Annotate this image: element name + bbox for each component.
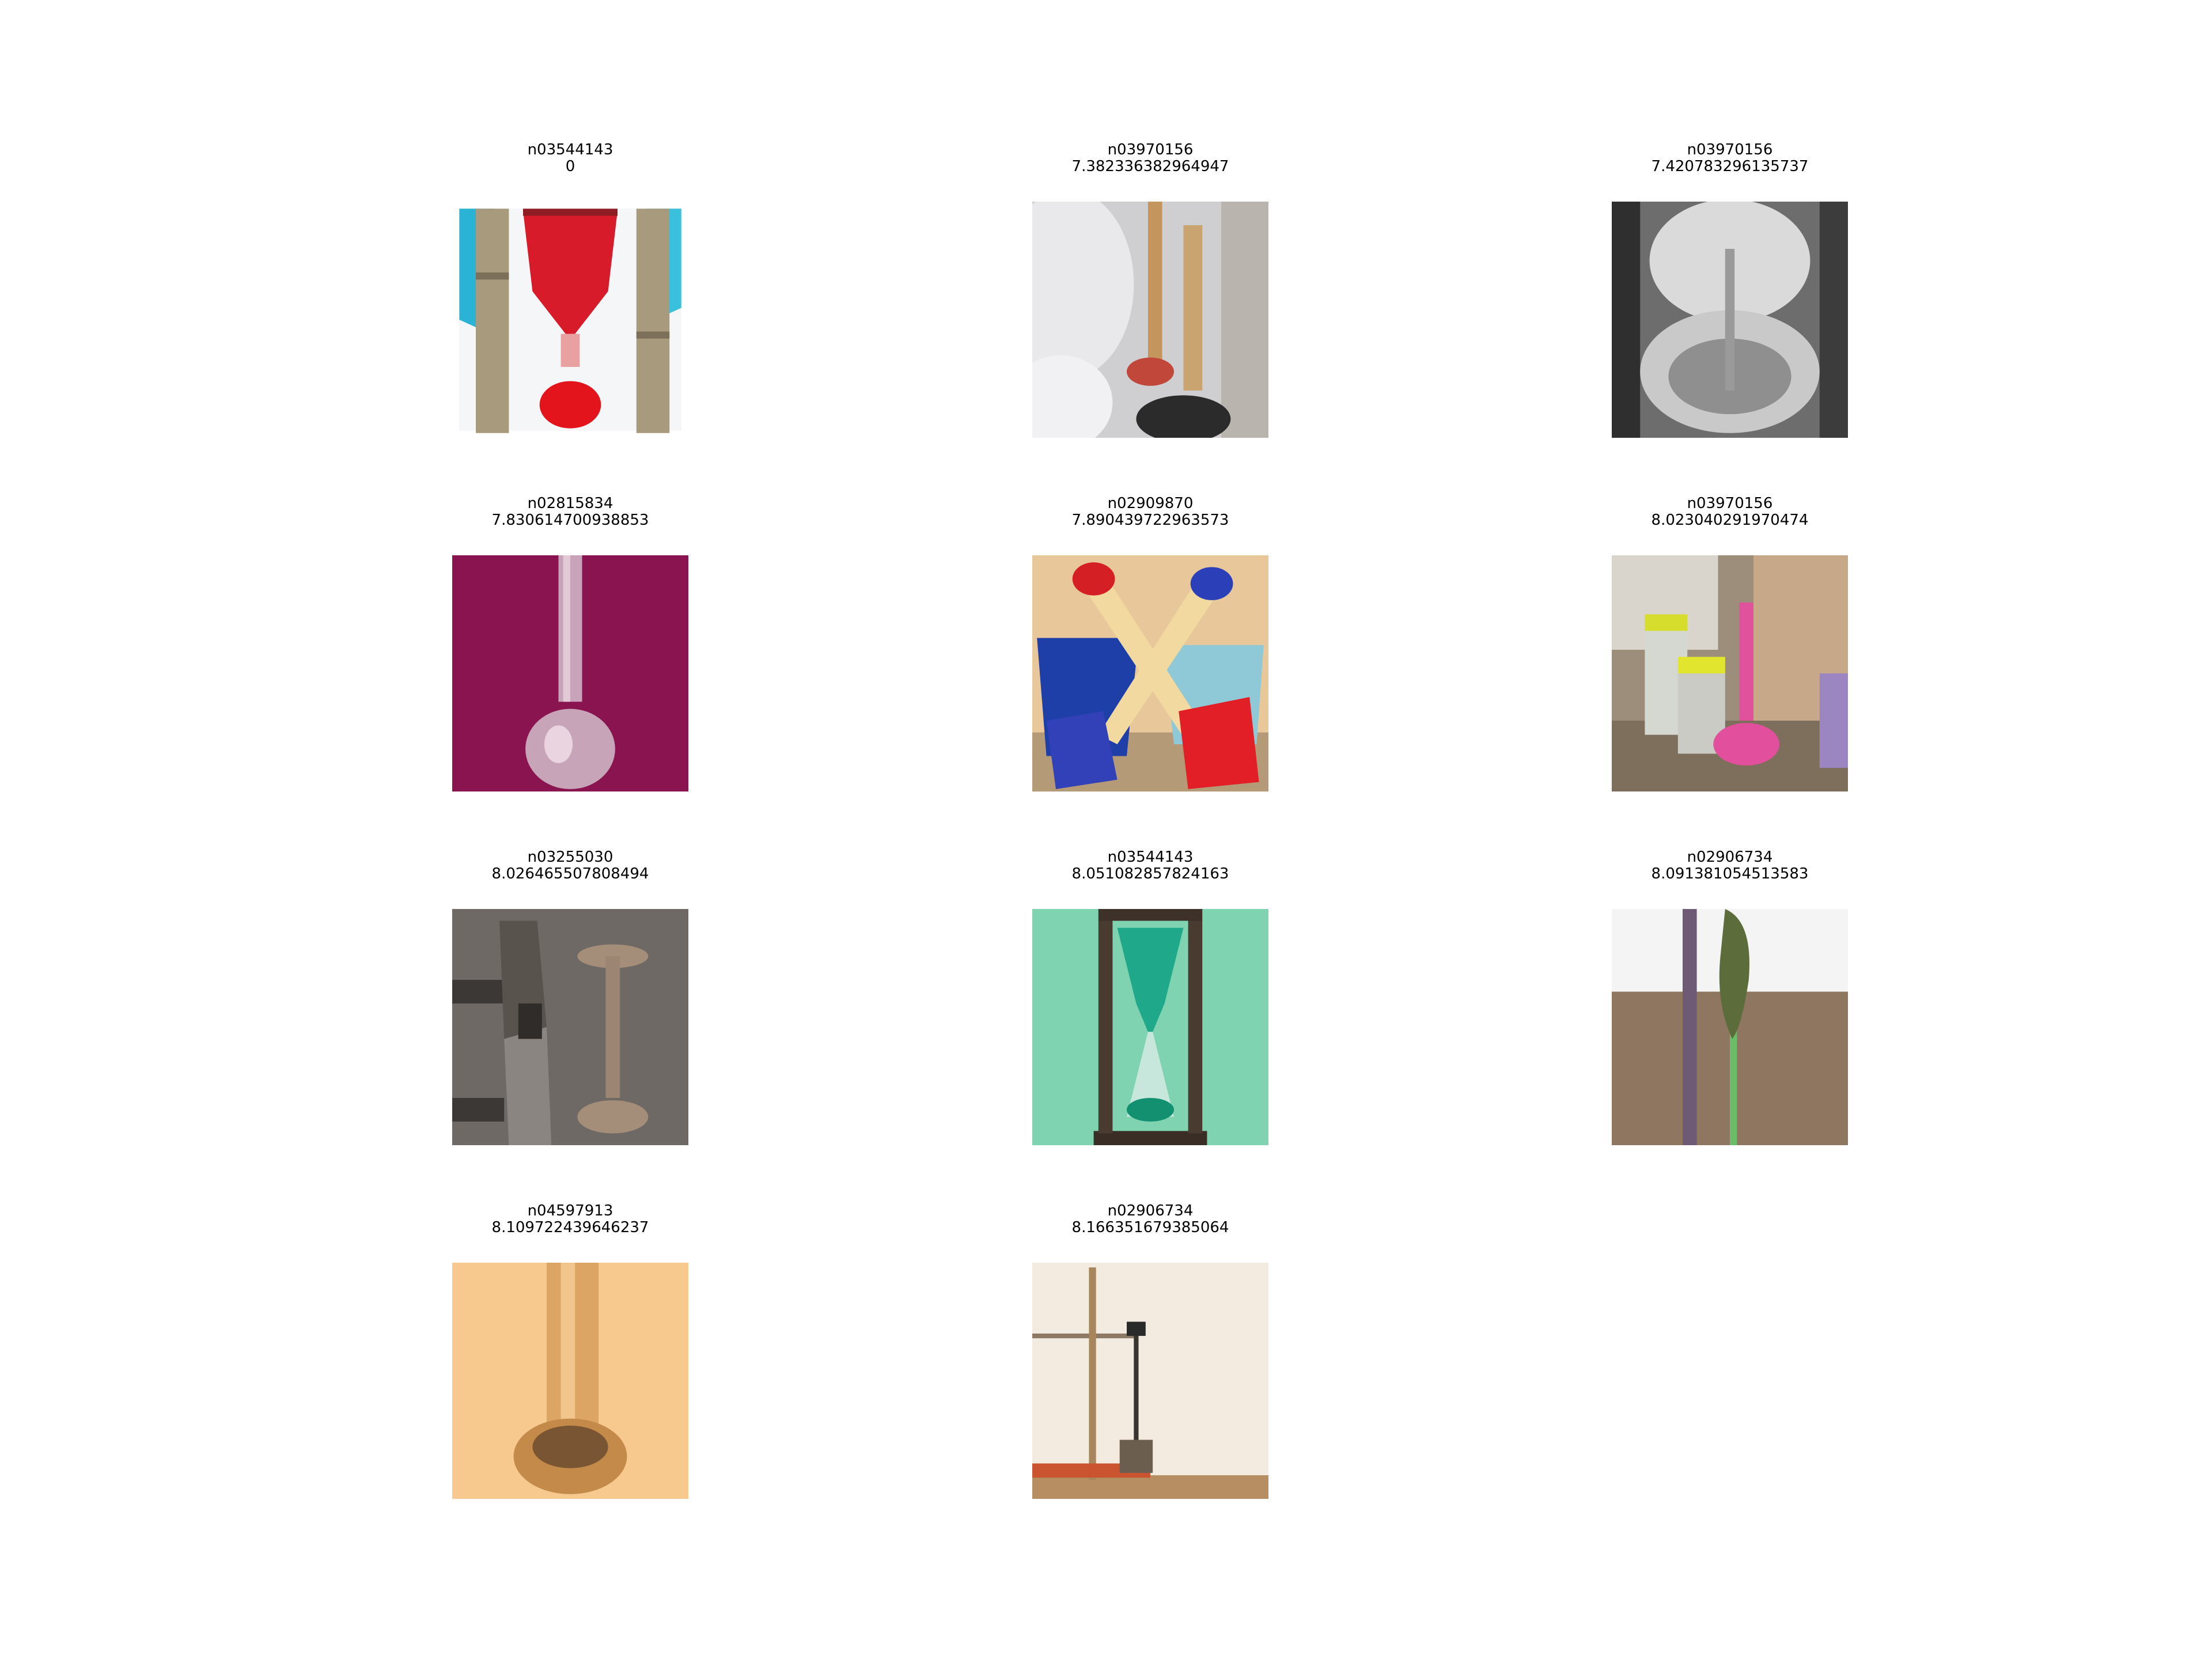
result-score: 7.830614700938853 xyxy=(491,512,649,529)
result-label: n03544143 xyxy=(527,141,613,158)
result-caption: n03970156 7.420783296135737 xyxy=(1612,142,1848,175)
result-score: 8.026465507808494 xyxy=(491,865,649,882)
result-cell: n03544143 8.051082857824163 xyxy=(1032,849,1268,1145)
thumbnail-hourglass-red xyxy=(452,202,688,438)
result-label: n02909870 xyxy=(1107,495,1194,512)
result-cell: n02906734 8.091381054513583 xyxy=(1612,849,1848,1145)
result-caption: n03255030 8.026465507808494 xyxy=(452,849,688,882)
result-caption: n03970156 8.023040291970474 xyxy=(1612,495,1848,529)
result-cell: n03544143 0 xyxy=(452,142,688,438)
result-cell: n03970156 7.382336382964947 xyxy=(1032,142,1268,438)
result-caption: n04597913 8.109722439646237 xyxy=(452,1203,688,1236)
result-caption: n02909870 7.890439722963573 xyxy=(1032,495,1268,529)
result-cell: n03255030 8.026465507808494 xyxy=(452,849,688,1145)
result-caption: n02906734 8.091381054513583 xyxy=(1612,849,1848,882)
result-caption: n03544143 8.051082857824163 xyxy=(1032,849,1268,882)
result-score: 0 xyxy=(565,158,575,175)
result-cell: n02909870 7.890439722963573 xyxy=(1032,495,1268,791)
thumbnail-flask xyxy=(452,555,688,791)
result-score: 8.051082857824163 xyxy=(1071,865,1229,882)
result-label: n02815834 xyxy=(527,495,613,512)
result-cell: n02906734 8.166351679385064 xyxy=(1032,1203,1268,1499)
thumbnail-plunger-toilet xyxy=(1032,202,1268,438)
result-label: n03970156 xyxy=(1687,141,1773,158)
result-cell: n03970156 7.420783296135737 xyxy=(1612,142,1848,438)
result-label: n03544143 xyxy=(1107,849,1194,866)
thumbnail-plunger-grayscale xyxy=(1612,202,1848,438)
result-score: 8.109722439646237 xyxy=(491,1219,649,1236)
thumbnail-dumbbells xyxy=(452,909,688,1145)
thumbnail-pink-plunger xyxy=(1612,555,1848,791)
result-caption: n02815834 7.830614700938853 xyxy=(452,495,688,529)
result-score: 8.091381054513583 xyxy=(1651,865,1809,882)
result-label: n04597913 xyxy=(527,1202,613,1219)
result-cell: n04597913 8.109722439646237 xyxy=(452,1203,688,1499)
thumbnail-broom xyxy=(1612,909,1848,1145)
result-score: 7.420783296135737 xyxy=(1651,158,1809,175)
result-score: 7.890439722963573 xyxy=(1071,512,1229,529)
thumbnail-wooden-spoon xyxy=(452,1263,688,1499)
thumbnail-buckets-spades xyxy=(1032,555,1268,791)
result-score: 8.166351679385064 xyxy=(1071,1219,1229,1236)
result-caption: n03970156 7.382336382964947 xyxy=(1032,142,1268,175)
result-label: n03970156 xyxy=(1107,141,1194,158)
result-cell: n03970156 8.023040291970474 xyxy=(1612,495,1848,791)
thumbnail-broom-shovel xyxy=(1032,1263,1268,1499)
result-score: 8.023040291970474 xyxy=(1651,512,1809,529)
result-label: n02906734 xyxy=(1107,1202,1194,1219)
result-caption: n02906734 8.166351679385064 xyxy=(1032,1203,1268,1236)
result-label: n03970156 xyxy=(1687,495,1773,512)
result-caption: n03544143 0 xyxy=(452,142,688,175)
result-score: 7.382336382964947 xyxy=(1071,158,1229,175)
image-results-grid: n03544143 0 n03970156 7.382336382964947 … xyxy=(0,0,2212,1659)
result-label: n03255030 xyxy=(527,849,613,866)
result-cell: n02815834 7.830614700938853 xyxy=(452,495,688,791)
thumbnail-hourglass-teal xyxy=(1032,909,1268,1145)
result-label: n02906734 xyxy=(1687,849,1773,866)
